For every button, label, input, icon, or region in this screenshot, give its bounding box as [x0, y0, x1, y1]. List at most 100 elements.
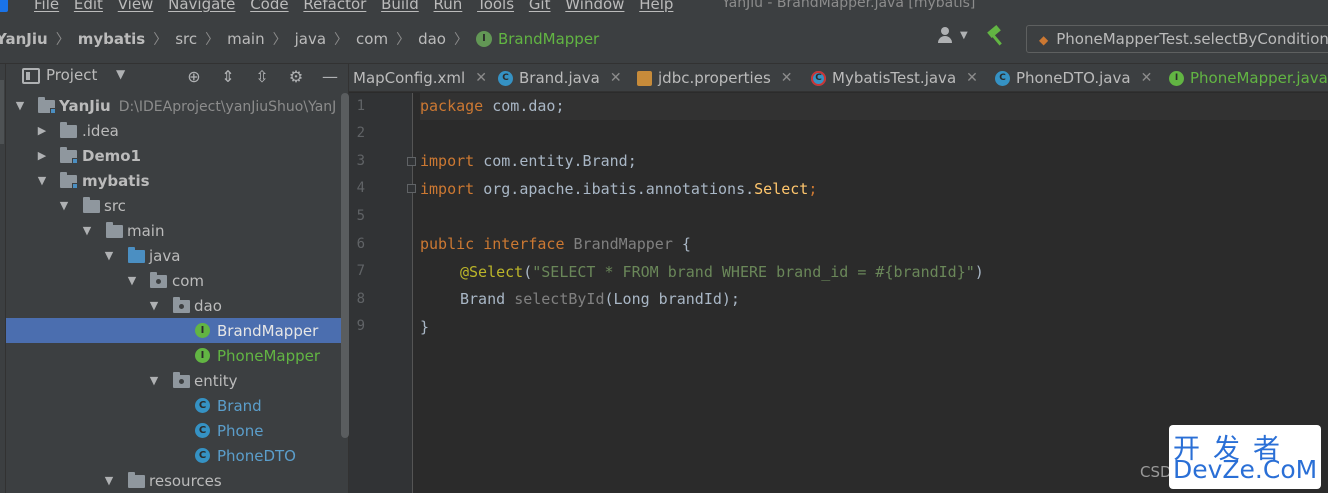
expand-all-icon[interactable]: ⇕: [218, 67, 238, 86]
chevron-down-icon[interactable]: ▼: [960, 30, 968, 41]
class-icon: C: [995, 70, 1010, 86]
fold-marker-icon[interactable]: [407, 157, 416, 166]
project-header-actions: ⊕ ⇕ ⇳ ⚙ —: [184, 67, 340, 86]
gear-icon[interactable]: ⚙: [286, 67, 306, 86]
menu-file[interactable]: File: [34, 0, 59, 13]
chevron-down-icon[interactable]: ▼: [103, 474, 115, 487]
tree-item-label: java: [149, 246, 181, 265]
tree-item-label: mybatis: [82, 171, 150, 190]
menu-code[interactable]: Code: [250, 0, 288, 13]
chevron-down-icon[interactable]: ▼: [14, 99, 26, 112]
tab-phonedto[interactable]: C PhoneDTO.java ✕: [995, 64, 1153, 91]
tree-item-idea[interactable]: ▶ .idea: [6, 118, 349, 143]
user-icon[interactable]: [938, 25, 960, 45]
tree-item-label: dao: [194, 296, 222, 315]
collapse-all-icon[interactable]: ⇳: [252, 67, 272, 86]
breadcrumb-java[interactable]: java: [295, 30, 326, 48]
menu-refactor[interactable]: Refactor: [303, 0, 366, 13]
class-icon: C: [195, 398, 210, 413]
project-tool-tab[interactable]: [0, 80, 4, 144]
tab-brand[interactable]: C Brand.java ✕: [498, 64, 622, 91]
fold-marker-icon[interactable]: [407, 184, 416, 193]
tab-label: MapConfig.xml: [353, 69, 466, 87]
tree-item-label: com: [172, 271, 205, 290]
tree-item-entity[interactable]: ▼ entity: [6, 368, 349, 393]
code-line-9: }: [420, 318, 430, 336]
resources-folder-icon: [128, 472, 145, 488]
tree-item-mybatis[interactable]: ▼ mybatis: [6, 168, 349, 193]
menu-view[interactable]: View: [118, 0, 154, 13]
tree-item-java[interactable]: ▼ java: [6, 243, 349, 268]
tree-item-phonedto[interactable]: C PhoneDTO: [6, 443, 349, 468]
chevron-right-icon: 〉: [334, 32, 349, 48]
project-scrollbar[interactable]: [341, 93, 349, 438]
breadcrumb-src[interactable]: src: [175, 30, 197, 48]
chevron-down-icon[interactable]: ▼: [148, 374, 160, 387]
tree-item-com[interactable]: ▼ com: [6, 268, 349, 293]
tree-item-label: YanJiu D:\IDEAproject\yanJiuShuo\YanJ: [59, 96, 337, 115]
tree-item-resources[interactable]: ▼ resources: [6, 468, 349, 493]
tree-item-src[interactable]: ▼ src: [6, 193, 349, 218]
breadcrumb-yanjiu[interactable]: YanJiu: [0, 30, 48, 48]
breadcrumb-brandmapper[interactable]: BrandMapper: [498, 30, 599, 48]
locate-icon[interactable]: ⊕: [184, 67, 204, 86]
breadcrumb: YanJiu 〉 mybatis 〉 src 〉 main 〉 java 〉 c…: [0, 29, 599, 49]
tree-item-label: PhoneDTO: [217, 446, 296, 465]
interface-icon: I: [195, 348, 210, 363]
chevron-right-icon: 〉: [153, 32, 168, 48]
chevron-down-icon[interactable]: ▼: [148, 299, 160, 312]
properties-file-icon: [637, 70, 652, 86]
hammer-icon[interactable]: [986, 25, 1008, 45]
tab-mybatistest[interactable]: C MybatisTest.java ✕: [811, 64, 978, 91]
chevron-down-icon[interactable]: ▼: [103, 249, 115, 262]
chevron-right-icon[interactable]: ▶: [36, 149, 48, 162]
breadcrumb-mybatis[interactable]: mybatis: [78, 30, 146, 48]
test-class-icon: C: [811, 70, 826, 86]
run-config-icon: ◆: [1039, 33, 1049, 47]
class-icon: C: [195, 448, 210, 463]
menu-run[interactable]: Run: [434, 0, 463, 13]
code-line-3: import com.entity.Brand;: [420, 152, 637, 170]
menu-edit[interactable]: Edit: [74, 0, 103, 13]
chevron-right-icon[interactable]: ▶: [36, 124, 48, 137]
source-folder-icon: [128, 247, 145, 263]
close-icon[interactable]: ✕: [1141, 70, 1153, 86]
menu-navigate[interactable]: Navigate: [168, 0, 235, 13]
tab-mapconfig[interactable]: MapConfig.xml ✕: [353, 64, 487, 91]
breadcrumb-com[interactable]: com: [356, 30, 388, 48]
chevron-down-icon[interactable]: ▼: [126, 274, 138, 287]
code-line-1: package com.dao;: [420, 93, 1328, 120]
close-icon[interactable]: ✕: [781, 70, 793, 86]
close-icon[interactable]: ✕: [966, 70, 978, 86]
tree-item-demo1[interactable]: ▶ Demo1: [6, 143, 349, 168]
menu-help[interactable]: Help: [639, 0, 673, 13]
tree-item-phone[interactable]: C Phone: [6, 418, 349, 443]
line-number: 7: [356, 263, 365, 279]
module-folder-icon: [60, 172, 78, 189]
folder-icon: [60, 122, 77, 138]
project-panel-title[interactable]: Project: [46, 66, 97, 84]
menu-git[interactable]: Git: [529, 0, 551, 13]
tab-jdbc-properties[interactable]: jdbc.properties ✕: [637, 64, 793, 91]
chevron-down-icon[interactable]: ▼: [81, 224, 93, 237]
chevron-down-icon[interactable]: ▼: [116, 67, 125, 81]
close-icon[interactable]: ✕: [475, 70, 487, 86]
package-icon: [150, 272, 167, 288]
tree-item-yanjiu[interactable]: ▼ YanJiu D:\IDEAproject\yanJiuShuo\YanJ: [6, 93, 349, 118]
tree-item-main[interactable]: ▼ main: [6, 218, 349, 243]
tree-item-dao[interactable]: ▼ dao: [6, 293, 349, 318]
tree-item-brandmapper[interactable]: I BrandMapper: [6, 318, 349, 343]
chevron-down-icon[interactable]: ▼: [58, 199, 70, 212]
tab-phonemapper[interactable]: I PhoneMapper.java: [1169, 64, 1328, 91]
chevron-down-icon[interactable]: ▼: [36, 174, 48, 187]
tree-item-brand[interactable]: C Brand: [6, 393, 349, 418]
menu-build[interactable]: Build: [381, 0, 419, 13]
run-configuration-select[interactable]: ◆ PhoneMapperTest.selectByCondition: [1026, 25, 1328, 53]
breadcrumb-main[interactable]: main: [227, 30, 264, 48]
tree-item-phonemapper[interactable]: I PhoneMapper: [6, 343, 349, 368]
breadcrumb-dao[interactable]: dao: [418, 30, 446, 48]
menu-window[interactable]: Window: [565, 0, 624, 13]
minimize-icon[interactable]: —: [320, 67, 340, 86]
close-icon[interactable]: ✕: [610, 70, 622, 86]
menu-tools[interactable]: Tools: [477, 0, 514, 13]
